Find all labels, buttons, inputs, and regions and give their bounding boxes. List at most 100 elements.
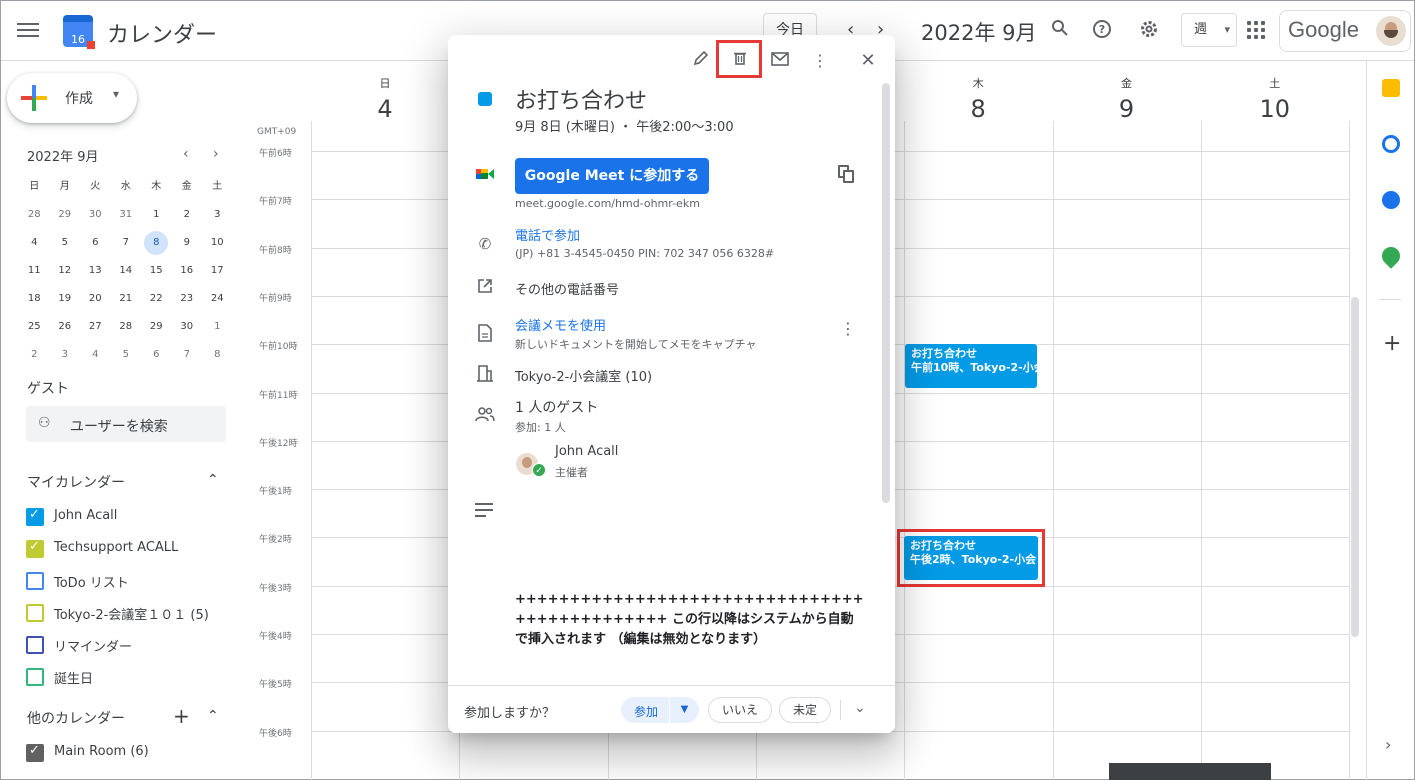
mini-day[interactable]: 12 (50, 257, 81, 285)
mini-day[interactable]: 6 (141, 341, 172, 369)
calendar-item[interactable]: John Acall (26, 505, 246, 529)
mini-day[interactable]: 30 (80, 201, 111, 229)
copy-icon[interactable] (838, 165, 856, 183)
calendar-item[interactable]: Techsupport ACALL (26, 537, 246, 561)
email-guests-icon[interactable] (768, 49, 792, 73)
mini-day[interactable]: 5 (111, 341, 142, 369)
mini-day[interactable]: 17 (202, 257, 233, 285)
mini-day[interactable]: 6 (80, 229, 111, 257)
mini-day[interactable]: 4 (19, 229, 50, 257)
calendar-item[interactable]: Tokyo-2-会議室１０１ (5) (26, 601, 246, 625)
calendar-checkbox[interactable] (26, 668, 44, 686)
day-number[interactable]: 8 (904, 95, 1052, 123)
edit-pencil-icon[interactable] (689, 49, 713, 73)
maps-icon[interactable] (1378, 243, 1404, 269)
meeting-notes-link[interactable]: 会議メモを使用 (515, 315, 606, 334)
mini-day[interactable]: 19 (50, 285, 81, 313)
mini-day[interactable]: 26 (50, 313, 81, 341)
delete-trash-icon[interactable] (728, 49, 752, 73)
grid-scrollbar[interactable] (1351, 297, 1359, 637)
get-addons-icon[interactable]: + (1383, 331, 1401, 356)
mini-day[interactable]: 16 (172, 257, 203, 285)
day-number[interactable]: 9 (1053, 95, 1201, 123)
chevron-right-icon[interactable]: › (1385, 735, 1391, 754)
mini-day[interactable]: 24 (202, 285, 233, 313)
guest-search-input[interactable]: ⚇ ユーザーを検索 (26, 406, 226, 442)
other-calendars-label[interactable]: 他のカレンダー (27, 708, 125, 728)
search-icon[interactable] (1049, 19, 1071, 41)
tasks-icon[interactable] (1382, 135, 1400, 153)
mini-day[interactable]: 7 (172, 341, 203, 369)
attendee-name[interactable]: John Acall (555, 444, 618, 459)
main-menu-icon[interactable] (17, 19, 39, 41)
mini-day[interactable]: 2 (172, 201, 203, 229)
mini-day[interactable]: 2 (19, 341, 50, 369)
event-chip[interactable]: お打ち合わせ 午前10時、Tokyo-2-小会 (905, 344, 1037, 388)
mini-day[interactable]: 25 (19, 313, 50, 341)
meet-link[interactable]: meet.google.com/hmd-ohmr-ekm (515, 197, 700, 210)
chevron-up-icon[interactable]: ⌃ (207, 472, 219, 488)
mini-day[interactable]: 8 (141, 229, 172, 257)
my-calendars-label[interactable]: マイカレンダー (27, 472, 125, 492)
calendar-item[interactable]: ToDo リスト (26, 569, 246, 593)
mini-day[interactable]: 29 (50, 201, 81, 229)
account-switcher[interactable]: Google (1279, 10, 1411, 52)
chevron-up-icon[interactable]: ⌃ (207, 708, 219, 724)
calendar-item[interactable]: リマインダー (26, 633, 246, 657)
mini-day[interactable]: 31 (111, 201, 142, 229)
rsvp-dropdown-icon[interactable]: ▼ (669, 697, 699, 723)
app-title[interactable]: カレンダー (107, 17, 217, 49)
mini-day[interactable]: 10 (202, 229, 233, 257)
day-number[interactable]: 10 (1201, 95, 1349, 123)
mini-day[interactable]: 1 (202, 313, 233, 341)
calendar-checkbox[interactable] (26, 539, 44, 558)
mini-day[interactable]: 22 (141, 285, 172, 313)
rsvp-maybe-button[interactable]: 未定 (779, 697, 831, 723)
calendar-checkbox[interactable] (26, 743, 44, 762)
mini-day[interactable]: 29 (141, 313, 172, 341)
mini-day[interactable]: 20 (80, 285, 111, 313)
contacts-icon[interactable] (1382, 191, 1400, 209)
calendar-item[interactable]: 誕生日 (26, 665, 246, 689)
rsvp-yes-button[interactable]: 参加 ▼ (621, 697, 699, 723)
mini-prev-icon[interactable]: ‹ (183, 146, 189, 162)
mini-day[interactable]: 5 (50, 229, 81, 257)
calendar-item[interactable]: Main Room (6) (26, 741, 246, 765)
mini-day[interactable]: 3 (202, 201, 233, 229)
calendar-logo-icon[interactable]: 16 (63, 15, 95, 49)
mini-day[interactable]: 18 (19, 285, 50, 313)
day-header[interactable]: 土 10 (1201, 75, 1349, 123)
mini-day[interactable]: 23 (172, 285, 203, 313)
settings-gear-icon[interactable] (1138, 19, 1160, 41)
mini-day[interactable]: 4 (80, 341, 111, 369)
calendar-checkbox[interactable] (26, 507, 44, 526)
mini-day[interactable]: 15 (141, 257, 172, 285)
event-chip-selected[interactable]: お打ち合わせ 午後2時、Tokyo-2-小会 (904, 536, 1038, 580)
mini-day[interactable]: 30 (172, 313, 203, 341)
create-button[interactable]: 作成 ▾ (7, 73, 137, 123)
mini-day[interactable]: 9 (172, 229, 203, 257)
help-icon[interactable]: ? (1091, 19, 1113, 41)
mini-day[interactable]: 7 (111, 229, 142, 257)
user-avatar[interactable] (1376, 16, 1406, 46)
join-meet-button[interactable]: Google Meet に参加する (515, 158, 709, 194)
calendar-checkbox[interactable] (26, 636, 44, 654)
keep-icon[interactable] (1382, 79, 1400, 97)
calendar-checkbox[interactable] (26, 604, 44, 622)
mini-next-icon[interactable]: › (213, 146, 219, 162)
popover-scrollbar[interactable] (882, 83, 890, 503)
notes-more-icon[interactable]: ⋮ (836, 317, 860, 341)
google-apps-icon[interactable] (1247, 21, 1265, 39)
mini-day[interactable]: 28 (111, 313, 142, 341)
mini-day[interactable]: 21 (111, 285, 142, 313)
mini-day[interactable]: 28 (19, 201, 50, 229)
join-by-phone-link[interactable]: 電話で参加 (515, 225, 580, 244)
mini-day[interactable]: 11 (19, 257, 50, 285)
close-icon[interactable]: ✕ (856, 49, 880, 73)
add-calendar-icon[interactable]: + (173, 704, 190, 728)
day-header[interactable]: 木8 (904, 75, 1052, 123)
more-options-icon[interactable]: ⋮ (808, 49, 832, 73)
mini-day[interactable]: 1 (141, 201, 172, 229)
view-selector[interactable]: 週 (1181, 13, 1237, 47)
mini-day[interactable]: 8 (202, 341, 233, 369)
